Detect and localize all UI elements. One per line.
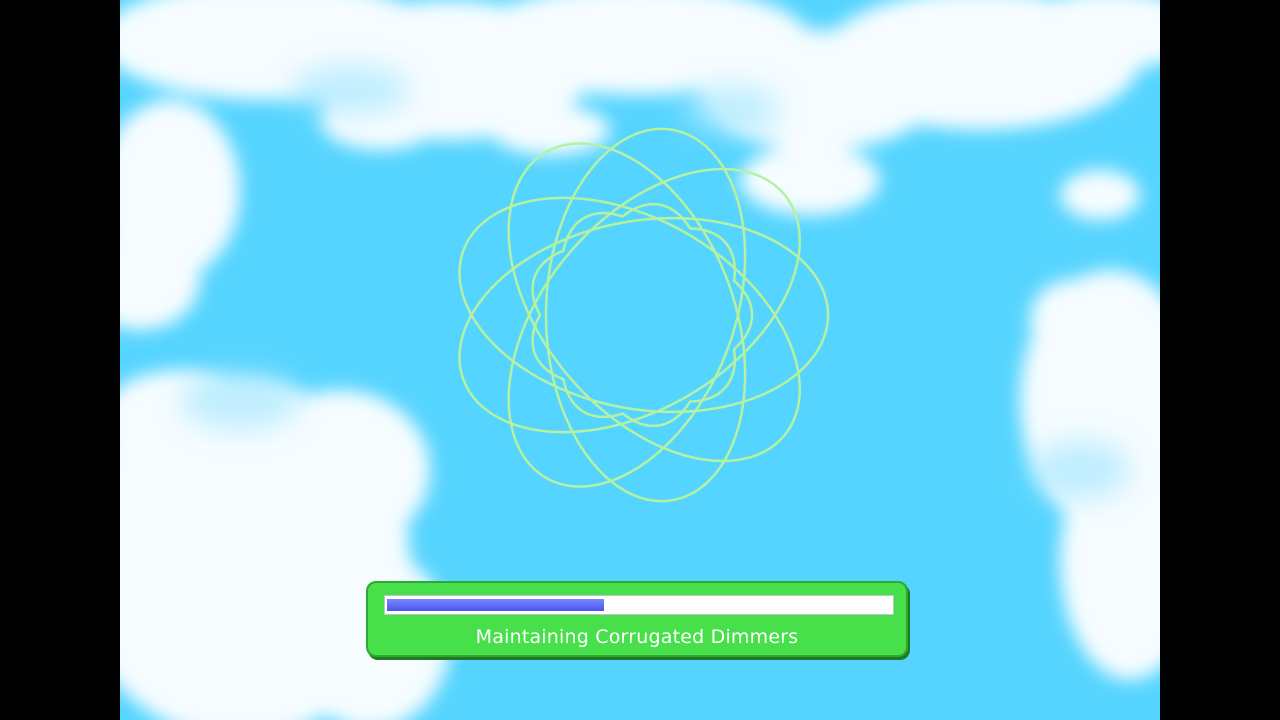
letterbox-left	[0, 0, 120, 720]
loading-panel: Maintaining Corrugated Dimmers	[366, 581, 908, 657]
progress-bar-fill	[387, 599, 604, 611]
loading-scene: Maintaining Corrugated Dimmers	[120, 0, 1160, 720]
progress-bar	[384, 595, 894, 615]
game-screen: Maintaining Corrugated Dimmers	[0, 0, 1280, 720]
spirograph-inner-flower	[531, 202, 754, 428]
spirograph-curve	[458, 127, 830, 503]
loading-message: Maintaining Corrugated Dimmers	[475, 626, 799, 648]
letterbox-right	[1160, 0, 1280, 720]
